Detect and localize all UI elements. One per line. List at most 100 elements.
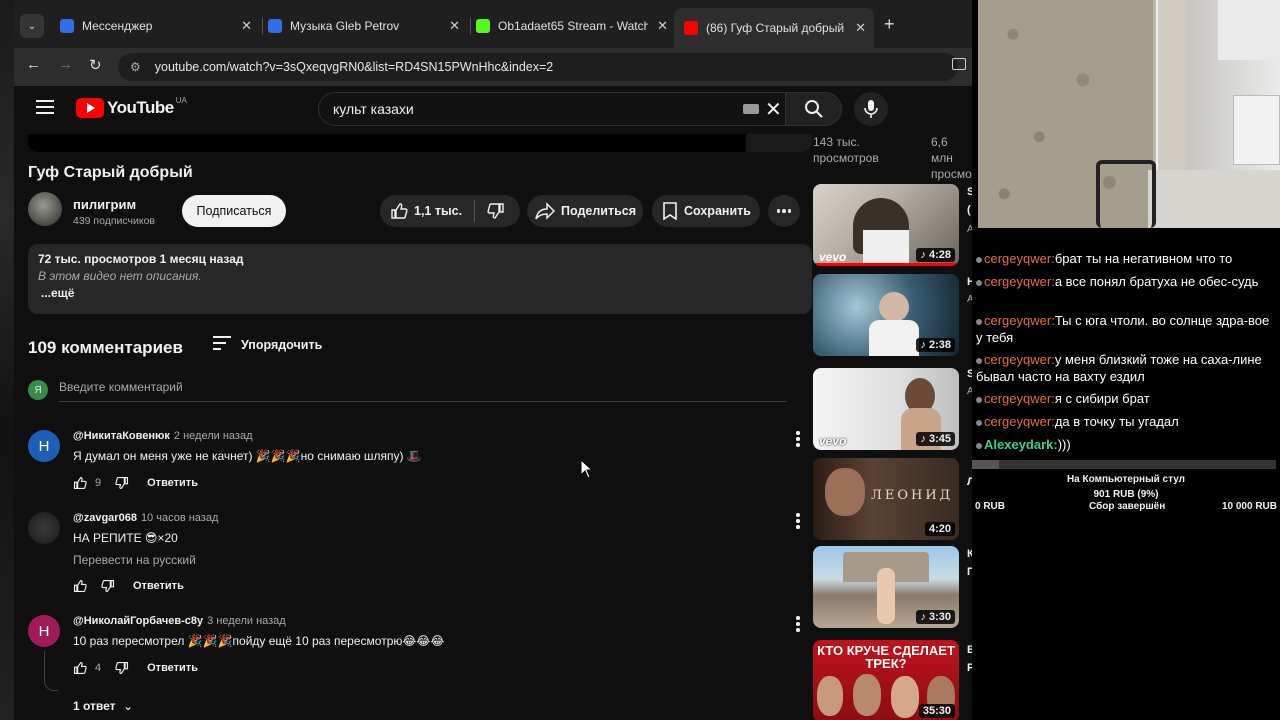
show-more-link[interactable]: ...ещё <box>38 286 802 300</box>
thumbnail-face <box>817 676 843 716</box>
comment-like-count: 9 <box>95 477 102 489</box>
close-icon[interactable]: ✕ <box>449 18 460 34</box>
comment-time[interactable]: 10 часов назад <box>141 512 218 524</box>
search-button[interactable] <box>786 92 842 126</box>
cast-icon[interactable] <box>952 58 966 70</box>
description-empty: В этом видео нет описания. <box>38 269 202 283</box>
views-label: просмотров <box>813 151 879 165</box>
youtube-play-icon <box>76 98 104 118</box>
related-views-1: 143 тыс. просмотров <box>813 134 879 166</box>
comment-time[interactable]: 2 недели назад <box>174 430 253 442</box>
url-field[interactable]: ⚙ youtube.com/watch?v=3sQxeqvgRN0&list=R… <box>118 53 958 81</box>
tab-kick-stream[interactable]: Ob1adaet65 Stream - Watch Li ✕ <box>466 12 676 40</box>
chevron-down-icon: ⌄ <box>123 700 133 713</box>
like-dislike-group: 1,1 тыс. <box>380 195 520 227</box>
search-icon <box>804 100 823 118</box>
comment-header: @НиколайГорбачев-с8у 3 недели назад <box>73 615 286 627</box>
back-icon[interactable]: ← <box>26 56 41 73</box>
comment-author[interactable]: @НиколайГорбачев-с8у <box>73 615 203 627</box>
related-video-thumbnail[interactable]: ♪ 3:30 <box>813 546 959 628</box>
comment-menu-icon[interactable] <box>796 431 800 449</box>
thumbnail-face <box>891 676 919 718</box>
chat-message: cergeyqwer:у меня близкий тоже на саха-л… <box>976 351 1276 385</box>
show-replies-button[interactable]: 1 ответ ⌄ <box>73 699 133 713</box>
related-video-thumbnail[interactable]: vevo ♪ 4:28 <box>813 184 959 266</box>
related-video-thumbnail[interactable]: ♪ 2:38 <box>813 274 959 356</box>
tab-youtube[interactable]: (86) Гуф Старый добрый - You ✕ <box>674 8 874 48</box>
goal-status: Сбор завершён <box>1089 501 1166 512</box>
comment-avatar[interactable]: Н <box>28 615 60 647</box>
thumbnail-figure <box>877 568 895 624</box>
like-count[interactable]: 1,1 тыс. <box>414 204 462 218</box>
goal-min: 0 RUB <box>975 501 1006 512</box>
comment-author[interactable]: @НикитаКовенюк <box>73 430 170 442</box>
comment-header: @НикитаКовенюк 2 недели назад <box>73 430 253 442</box>
thumbs-up-icon[interactable] <box>390 202 408 220</box>
screen: ⌄ Мессенджер ✕ Музыка Gleb Petrov ✕ Ob1a… <box>0 0 1280 720</box>
comment-actions: 4 Ответить <box>73 661 198 675</box>
description-box[interactable]: 72 тыс. просмотров 1 месяц назад В этом … <box>28 244 812 314</box>
related-video-thumbnail[interactable]: vevo ♪ 3:45 <box>813 368 959 450</box>
thumbs-down-icon[interactable] <box>115 476 129 490</box>
thumbs-down-icon[interactable] <box>487 202 505 220</box>
tab-music[interactable]: Музыка Gleb Petrov ✕ <box>258 12 468 40</box>
channel-name[interactable]: пилигрим <box>73 197 136 212</box>
goal-title: На Компьютерный стул <box>1066 474 1186 485</box>
comment-time[interactable]: 3 недели назад <box>207 615 286 627</box>
replies-label: 1 ответ <box>73 699 116 713</box>
kick-favicon-icon <box>476 19 490 33</box>
views-count: 143 тыс. <box>813 135 860 149</box>
watch-progress <box>813 263 959 266</box>
related-title[interactable]: ( <box>967 204 971 216</box>
forward-icon[interactable]: → <box>58 56 73 73</box>
translate-link[interactable]: Перевести на русский <box>73 553 196 567</box>
close-icon[interactable]: ✕ <box>855 20 866 36</box>
search-input[interactable]: культ казахи ✕ <box>318 92 786 126</box>
reply-button[interactable]: Ответить <box>133 580 184 592</box>
close-icon[interactable]: ✕ <box>657 18 668 34</box>
keyboard-icon[interactable] <box>743 104 759 114</box>
thumbs-up-icon[interactable] <box>73 661 87 675</box>
voice-search-button[interactable] <box>854 92 888 126</box>
comment-author[interactable]: @zavgar068 <box>73 512 137 524</box>
subscribe-button[interactable]: Подписаться <box>182 195 286 227</box>
comment-avatar[interactable]: Н <box>28 430 60 462</box>
more-actions-button[interactable] <box>768 195 800 227</box>
tab-messenger[interactable]: Мессенджер ✕ <box>50 12 260 40</box>
comment-actions: 9 Ответить <box>73 476 198 490</box>
video-player-bottom[interactable] <box>28 134 812 152</box>
comment-avatar[interactable] <box>28 512 60 544</box>
sort-button[interactable]: Упорядочить <box>213 336 322 354</box>
save-button[interactable]: Сохранить <box>652 195 760 227</box>
youtube-logo[interactable]: YouTube UA <box>76 95 187 118</box>
thumbs-up-icon[interactable] <box>73 476 87 490</box>
close-icon[interactable]: ✕ <box>241 18 252 34</box>
clear-search-icon[interactable]: ✕ <box>765 97 785 122</box>
comment-menu-icon[interactable] <box>796 616 800 634</box>
share-button[interactable]: Поделиться <box>527 195 643 227</box>
channel-avatar[interactable] <box>28 192 62 226</box>
tab-bar: ⌄ Мессенджер ✕ Музыка Gleb Petrov ✕ Ob1a… <box>14 0 972 48</box>
chat-message: Alexeydark:))) <box>976 436 1276 453</box>
video-meta: 72 тыс. просмотров 1 месяц назад <box>38 252 244 266</box>
thumbs-down-icon[interactable] <box>101 579 115 593</box>
reload-icon[interactable]: ↻ <box>89 56 102 74</box>
region-badge: UA <box>175 95 187 105</box>
related-video-thumbnail[interactable]: КТО КРУЧЕ СДЕЛАЕТ ТРЕК? 35:30 <box>813 640 959 720</box>
new-tab-button[interactable]: + <box>884 14 895 35</box>
stove <box>1233 95 1280 165</box>
thumbs-down-icon[interactable] <box>115 661 129 675</box>
reply-button[interactable]: Ответить <box>147 477 198 489</box>
comment-menu-icon[interactable] <box>796 513 800 531</box>
reply-button[interactable]: Ответить <box>147 662 198 674</box>
browser-window: ⌄ Мессенджер ✕ Музыка Gleb Petrov ✕ Ob1a… <box>14 0 972 720</box>
chat-nick: cergeyqwer: <box>984 414 1055 429</box>
tab-search-button[interactable]: ⌄ <box>20 14 44 38</box>
bookmark-icon <box>663 202 677 220</box>
site-settings-icon[interactable]: ⚙ <box>130 60 141 74</box>
comment-input[interactable]: Введите комментарий <box>59 380 786 402</box>
menu-icon[interactable] <box>36 100 54 118</box>
thumbs-up-icon[interactable] <box>73 579 87 593</box>
related-video-thumbnail[interactable]: ЛЕОНИД 4:20 <box>813 458 959 540</box>
thumbnail-figure <box>869 320 919 356</box>
